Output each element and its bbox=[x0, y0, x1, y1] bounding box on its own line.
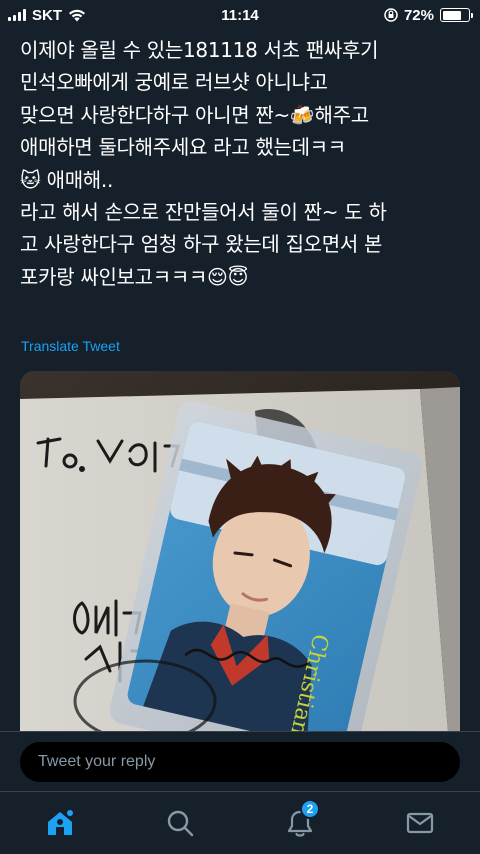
home-icon bbox=[48, 810, 73, 835]
tab-messages[interactable] bbox=[390, 808, 450, 840]
status-left: SKT bbox=[8, 7, 86, 24]
translate-tweet-link[interactable]: Translate Tweet bbox=[21, 338, 120, 354]
tweet-text: 이제야 올릴 수 있는181118 서초 팬싸후기 민석오빠에게 궁예로 러브샷… bbox=[20, 38, 387, 289]
battery-percent: 72% bbox=[403, 6, 434, 24]
battery-icon bbox=[440, 8, 473, 22]
status-bar: SKT 11:14 72% bbox=[0, 0, 480, 30]
signal-icon bbox=[8, 9, 26, 21]
tab-search[interactable] bbox=[150, 808, 210, 840]
tab-bar: 2 bbox=[0, 791, 480, 854]
status-right: 72% bbox=[384, 6, 473, 24]
reply-bar bbox=[0, 731, 480, 791]
tweet-reply-input[interactable] bbox=[20, 742, 460, 782]
carrier-label: SKT bbox=[32, 6, 62, 24]
messages-icon bbox=[406, 812, 434, 834]
photo-illustration: Christian Dior bbox=[20, 371, 460, 731]
clock: 11:14 bbox=[221, 6, 259, 24]
orientation-lock-icon bbox=[384, 8, 398, 22]
tab-home[interactable] bbox=[30, 808, 90, 840]
wifi-icon bbox=[69, 9, 85, 21]
tab-notifications[interactable]: 2 bbox=[270, 799, 330, 840]
battery-fill bbox=[442, 10, 461, 20]
tweet-photo[interactable]: Christian Dior bbox=[20, 371, 460, 731]
notification-count-badge: 2 bbox=[300, 799, 320, 819]
search-icon bbox=[167, 810, 194, 837]
